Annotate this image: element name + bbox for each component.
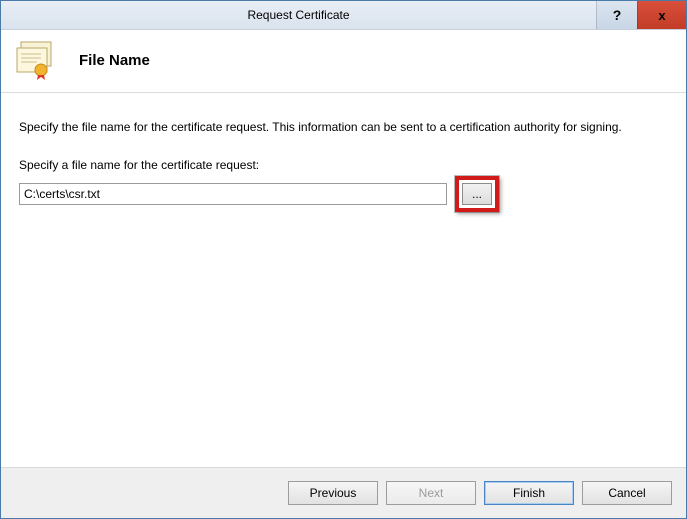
request-certificate-dialog: Request Certificate ? x File Name Spe (0, 0, 687, 519)
browse-button[interactable]: ... (462, 183, 492, 205)
path-input-label: Specify a file name for the certificate … (19, 158, 668, 172)
close-icon: x (658, 8, 665, 23)
window-title: Request Certificate (1, 1, 596, 29)
browse-highlight: ... (455, 176, 499, 212)
titlebar-buttons: ? x (596, 1, 686, 29)
cancel-button[interactable]: Cancel (582, 481, 672, 505)
page-title: File Name (79, 52, 150, 69)
help-icon: ? (613, 7, 622, 23)
wizard-body: Specify the file name for the certificat… (1, 93, 686, 467)
path-row: ... (19, 176, 668, 212)
finish-button[interactable]: Finish (484, 481, 574, 505)
next-button: Next (386, 481, 476, 505)
path-input[interactable] (19, 183, 447, 205)
help-button[interactable]: ? (596, 1, 637, 29)
description-text: Specify the file name for the certificat… (19, 119, 668, 136)
titlebar: Request Certificate ? x (1, 1, 686, 30)
previous-button[interactable]: Previous (288, 481, 378, 505)
certificate-icon (15, 40, 63, 80)
close-button[interactable]: x (637, 1, 686, 29)
wizard-footer: Previous Next Finish Cancel (1, 467, 686, 518)
wizard-header: File Name (1, 30, 686, 93)
